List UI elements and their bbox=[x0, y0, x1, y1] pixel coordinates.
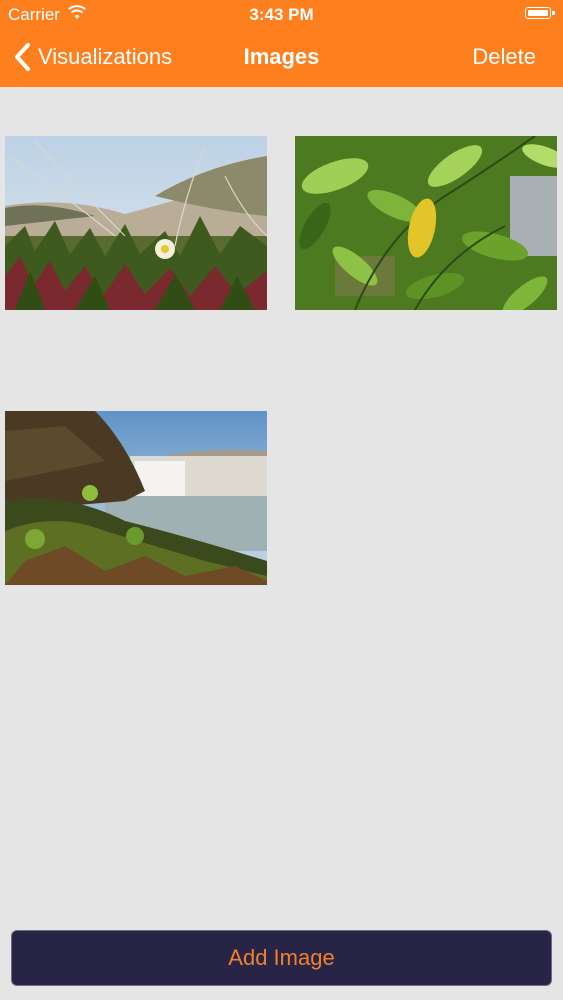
dune-grass-image bbox=[5, 136, 267, 310]
delete-button[interactable]: Delete bbox=[472, 44, 536, 70]
status-bar: Carrier 3:43 PM bbox=[0, 0, 563, 30]
navigation-bar: Carrier 3:43 PM Visualizations Images De… bbox=[0, 0, 563, 87]
image-thumbnail-1[interactable] bbox=[5, 136, 267, 310]
image-thumbnail-2[interactable] bbox=[295, 136, 557, 310]
green-leaves-image bbox=[295, 136, 557, 310]
status-time: 3:43 PM bbox=[249, 5, 314, 24]
battery-icon bbox=[525, 7, 555, 19]
image-thumbnail-3[interactable] bbox=[5, 411, 267, 585]
add-image-button[interactable]: Add Image bbox=[11, 930, 552, 986]
waterfall-image bbox=[5, 411, 267, 585]
